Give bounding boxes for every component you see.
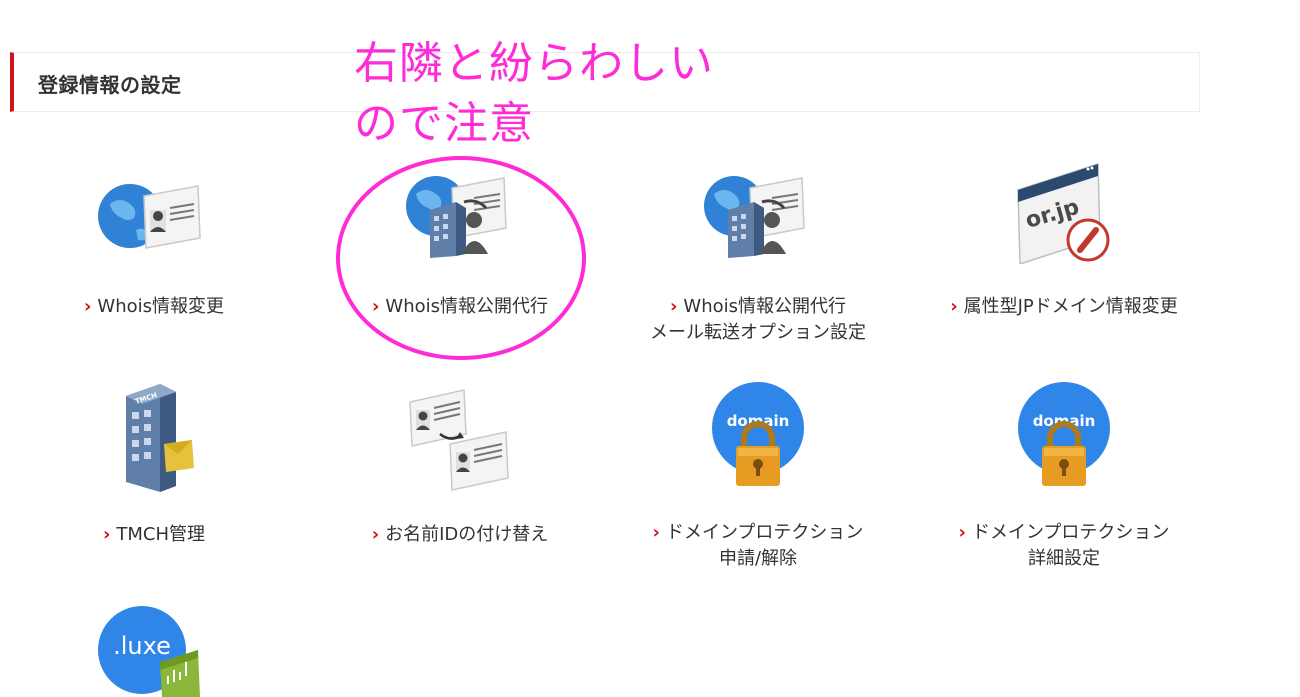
tile-label[interactable]: › お名前IDの付け替え <box>330 522 590 548</box>
tile-domain-protection[interactable]: domain › ドメインプロテクション 申請/解除 <box>628 382 888 582</box>
domain-lock-settings-icon: domain <box>1018 382 1110 486</box>
chevron-right-icon: › <box>669 296 678 317</box>
tile-label-line1: 属性型JPドメイン情報変更 <box>963 296 1178 317</box>
tile-label[interactable]: › 属性型JPドメイン情報変更 <box>934 294 1194 320</box>
tile-label[interactable]: › Whois情報公開代行 メール転送オプション設定 <box>628 294 888 346</box>
tile-luxe[interactable]: .luxe <box>24 604 284 697</box>
tile-tmch[interactable]: TMCH › TMCH管理 <box>24 382 284 552</box>
tile-label-line1: お名前IDの付け替え <box>385 524 549 545</box>
annotation-line2: ので注意 <box>354 98 534 149</box>
tile-label-line1: TMCH管理 <box>116 524 206 545</box>
chevron-right-icon: › <box>652 522 660 543</box>
tile-label-line1: Whois情報公開代行 <box>683 296 847 317</box>
orjp-window-edit-icon: or.jp <box>1017 162 1110 264</box>
tile-label-line1: Whois情報変更 <box>97 296 225 317</box>
id-card-transfer-icon <box>409 389 509 491</box>
tile-label-line2: メール転送オプション設定 <box>650 322 866 343</box>
tile-whois-privacy-mail[interactable]: › Whois情報公開代行 メール転送オプション設定 <box>628 170 888 360</box>
tile-label[interactable]: › TMCH管理 <box>24 522 284 548</box>
page: 登録情報の設定 › Whois情報変更 › Whois情報公開代行 › Whoi… <box>0 0 1300 697</box>
tile-label-line1: ドメインプロテクション <box>665 522 864 543</box>
tmch-building-icon: TMCH <box>126 384 194 492</box>
tile-jp-attribute-change[interactable]: or.jp › 属性型JPドメイン情報変更 <box>934 160 1194 330</box>
tile-whois-change[interactable]: › Whois情報変更 <box>24 170 284 330</box>
chevron-right-icon: › <box>950 296 958 317</box>
chevron-right-icon: › <box>83 296 92 317</box>
tile-label-line2: 申請/解除 <box>718 548 798 569</box>
chevron-right-icon: › <box>958 522 966 543</box>
icon-text: .luxe <box>113 632 171 660</box>
globe-id-card-icon <box>98 184 201 249</box>
tile-id-transfer[interactable]: › お名前IDの付け替え <box>330 382 590 552</box>
domain-lock-icon: domain <box>712 382 804 486</box>
tile-label[interactable]: › ドメインプロテクション 申請/解除 <box>628 520 888 572</box>
tile-label[interactable]: › ドメインプロテクション 詳細設定 <box>934 520 1194 572</box>
section-title: 登録情報の設定 <box>38 73 182 97</box>
annotation-note: 右隣と紛らわしい ので注意 <box>354 34 714 154</box>
tile-label-line1: ドメインプロテクション <box>971 522 1170 543</box>
annotation-line1: 右隣と紛らわしい <box>354 38 714 89</box>
luxe-icon: .luxe <box>98 606 200 697</box>
tile-label[interactable]: › Whois情報変更 <box>24 294 284 320</box>
chevron-right-icon: › <box>102 524 111 545</box>
globe-building-proxy-mail-icon <box>704 176 805 258</box>
tile-domain-protection-settings[interactable]: domain › ドメインプロテクション 詳細設定 <box>934 382 1194 582</box>
chevron-right-icon: › <box>371 524 380 545</box>
tile-label-line2: 詳細設定 <box>1028 548 1100 569</box>
annotation-circle <box>336 156 586 360</box>
